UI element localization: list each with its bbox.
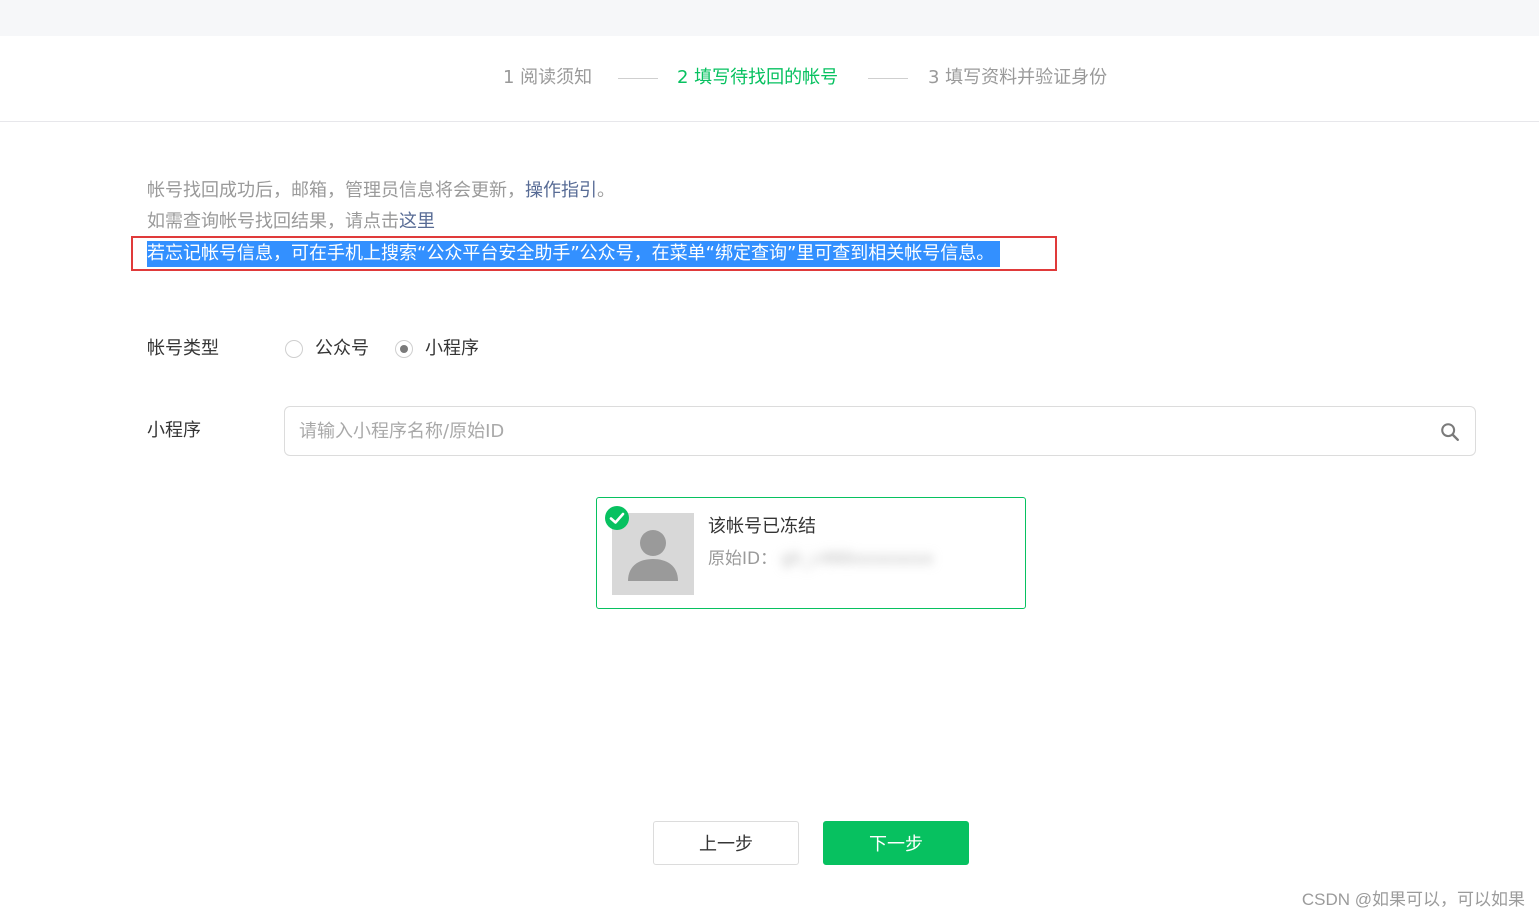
- notice-line-2-text: 如需查询帐号找回结果，请点击: [147, 211, 399, 232]
- notice-line-1-text: 帐号找回成功后，邮箱，管理员信息将会更新，: [147, 180, 525, 201]
- prev-step-button[interactable]: 上一步: [653, 821, 799, 865]
- step-fill-account: 2 填写待找回的帐号: [677, 67, 839, 88]
- account-type-label: 帐号类型: [147, 338, 219, 359]
- radio-unchecked-icon[interactable]: [285, 340, 303, 358]
- account-status-name: 该帐号已冻结: [708, 516, 816, 537]
- annotation-box: 若忘记帐号信息，可在手机上搜索“公众平台安全助手”公众号，在菜单“绑定查询”里可…: [131, 236, 1057, 271]
- search-input[interactable]: [299, 407, 1419, 455]
- radio-checked-icon[interactable]: [395, 340, 413, 358]
- radio-official-account[interactable]: 公众号: [285, 337, 369, 361]
- notice-line-1-end: 。: [597, 180, 615, 201]
- account-type-radio-group: 公众号 小程序: [285, 337, 505, 361]
- search-box: [284, 406, 1476, 456]
- mini-program-label: 小程序: [147, 420, 201, 441]
- csdn-watermark: CSDN @如果可以，可以如果: [1301, 890, 1525, 909]
- account-id-label: 原始ID：: [708, 549, 778, 569]
- account-id-row: 原始ID： gh_c466xxxxxxxx: [708, 547, 933, 571]
- operation-guide-link[interactable]: 操作指引: [525, 180, 597, 201]
- top-bar: [0, 0, 1539, 36]
- query-result-link[interactable]: 这里: [399, 211, 435, 232]
- notice-line-3-highlighted: 若忘记帐号信息，可在手机上搜索“公众平台安全助手”公众号，在菜单“绑定查询”里可…: [147, 241, 1001, 267]
- step-divider: [618, 78, 658, 79]
- radio-official-account-label: 公众号: [315, 338, 369, 359]
- radio-mini-program-label: 小程序: [425, 338, 479, 359]
- notice-line-2: 如需查询帐号找回结果，请点击这里: [147, 210, 435, 234]
- account-id-value-blurred: gh_c466xxxxxxxx: [781, 549, 934, 569]
- radio-mini-program[interactable]: 小程序: [395, 337, 479, 361]
- step-divider: [868, 78, 908, 79]
- notice-line-1: 帐号找回成功后，邮箱，管理员信息将会更新，操作指引。: [147, 179, 615, 203]
- account-result-card[interactable]: 该帐号已冻结 原始ID： gh_c466xxxxxxxx: [596, 497, 1026, 609]
- check-icon: [605, 506, 629, 530]
- step-indicator: 1 阅读须知 2 填写待找回的帐号 3 填写资料并验证身份: [0, 36, 1539, 122]
- step-read-notice: 1 阅读须知: [503, 67, 593, 88]
- next-step-button[interactable]: 下一步: [823, 821, 969, 865]
- step-verify-identity: 3 填写资料并验证身份: [928, 67, 1108, 88]
- search-icon[interactable]: [1439, 421, 1461, 443]
